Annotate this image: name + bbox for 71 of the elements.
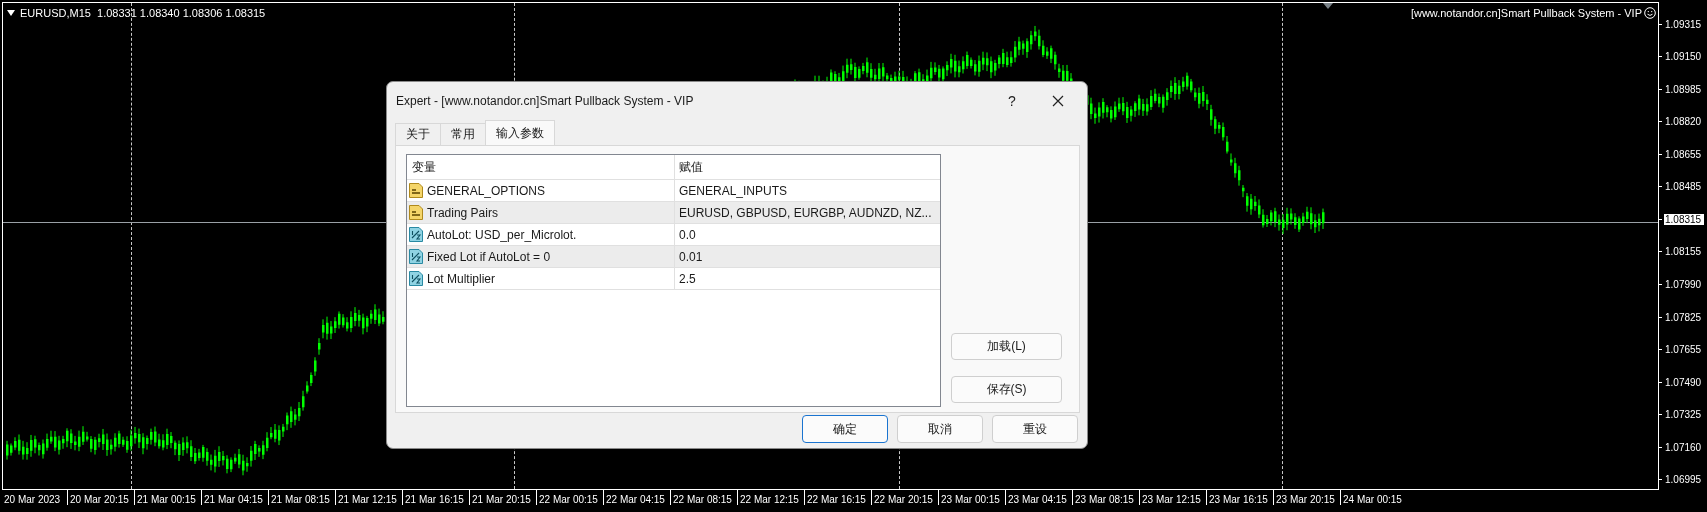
number-type-icon	[409, 249, 423, 264]
smiley-icon	[1644, 7, 1656, 19]
time-label: 22 Mar 08:15	[670, 490, 734, 505]
close-icon	[1052, 95, 1064, 107]
parameter-value: GENERAL_INPUTS	[678, 182, 789, 200]
parameter-value: EURUSD, GBPUSD, EURGBP, AUDNZD, NZ...	[678, 204, 933, 222]
parameter-name: Lot Multiplier	[427, 271, 496, 286]
side-button[interactable]: 保存(S)	[951, 376, 1062, 403]
price-label: 1.07160	[1664, 441, 1703, 453]
parameter-name: AutoLot: USD_per_Microlot.	[427, 227, 577, 242]
time-label: 22 Mar 16:15	[804, 490, 868, 505]
time-label: 23 Mar 12:15	[1139, 490, 1203, 505]
price-label: 1.07990	[1664, 279, 1703, 290]
time-label: 21 Mar 20:15	[469, 490, 533, 505]
price-label: 1.08985	[1664, 83, 1703, 95]
parameter-row[interactable]: Trading Pairs EURUSD, GBPUSD, EURGBP, AUDNZD, NZ...	[407, 202, 940, 224]
time-label: 22 Mar 20:15	[871, 490, 935, 505]
time-label: 24 Mar 00:15	[1340, 490, 1404, 505]
text-type-icon	[409, 205, 423, 220]
price-label: 1.07655	[1664, 344, 1703, 356]
tab[interactable]: 关于	[395, 123, 441, 145]
price-label: 1.06995	[1664, 474, 1703, 486]
dropdown-icon[interactable]	[7, 10, 15, 16]
parameter-value: 2.5	[678, 270, 697, 288]
time-label: 23 Mar 16:15	[1206, 490, 1270, 505]
price-label: 1.09150	[1664, 51, 1703, 63]
time-label: 22 Mar 04:15	[603, 490, 667, 505]
expert-label: [www.notandor.cn]Smart Pullback System - VIP	[1410, 7, 1642, 19]
triangle-icon	[1323, 3, 1333, 9]
column-header: 变量	[407, 155, 675, 179]
text-type-icon	[409, 183, 423, 198]
time-label: 21 Mar 04:15	[201, 490, 265, 505]
price-label: 1.08655	[1664, 148, 1703, 160]
parameter-value: 0.01	[678, 248, 704, 266]
time-label: 21 Mar 08:15	[268, 490, 332, 505]
time-label: 20 Mar 2023	[3, 493, 62, 505]
column-header: 赋值	[678, 158, 704, 176]
time-label: 22 Mar 12:15	[737, 490, 801, 505]
price-label: 1.08820	[1664, 116, 1703, 128]
parameter-name: GENERAL_OPTIONS	[427, 183, 546, 198]
parameter-value: 0.0	[678, 226, 697, 244]
parameter-name: Trading Pairs	[427, 205, 498, 220]
tab[interactable]: 输入参数	[485, 120, 555, 145]
price-label: 1.07490	[1664, 376, 1703, 388]
symbol-quote: EURUSD,M15 1.08331 1.08340 1.08306 1.08315	[20, 7, 266, 19]
help-button[interactable]: ?	[989, 86, 1035, 116]
time-label: 20 Mar 20:15	[67, 490, 131, 505]
parameter-name: Fixed Lot if AutoLot = 0	[427, 249, 551, 264]
price-label: 1.07825	[1664, 311, 1703, 323]
time-label: 21 Mar 16:15	[402, 490, 466, 505]
dialog-button[interactable]: 重设	[992, 415, 1078, 443]
time-label: 21 Mar 00:15	[134, 490, 198, 505]
time-label: 22 Mar 00:15	[536, 490, 600, 505]
time-label: 23 Mar 00:15	[938, 490, 1002, 505]
time-label: 23 Mar 20:15	[1273, 490, 1337, 505]
dialog-button[interactable]: 取消	[897, 415, 983, 443]
time-label: 23 Mar 04:15	[1005, 490, 1069, 505]
price-label: 1.08315	[1664, 213, 1705, 225]
parameter-row[interactable]: Fixed Lot if AutoLot = 0 0.01	[407, 246, 940, 268]
dialog-title: Expert - [www.notandor.cn]Smart Pullback System - VIP	[396, 94, 695, 108]
price-label: 1.08485	[1664, 181, 1703, 193]
price-label: 1.09315	[1664, 18, 1703, 30]
parameter-row[interactable]: Lot Multiplier 2.5	[407, 268, 940, 290]
time-label: 23 Mar 08:15	[1072, 490, 1136, 505]
number-type-icon	[409, 271, 423, 286]
price-label: 1.08155	[1664, 246, 1703, 258]
side-button[interactable]: 加载(L)	[951, 333, 1062, 360]
time-label: 21 Mar 12:15	[335, 490, 399, 505]
dialog-button[interactable]: 确定	[802, 415, 888, 443]
number-type-icon	[409, 227, 423, 242]
price-label: 1.07325	[1664, 409, 1703, 421]
